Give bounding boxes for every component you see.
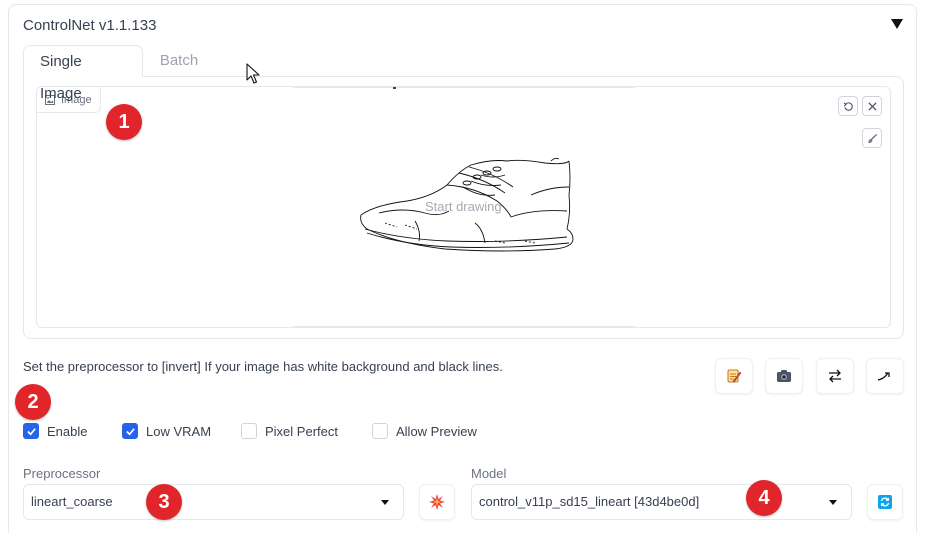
edit-button[interactable] <box>715 358 753 394</box>
preprocessor-label: Preprocessor <box>23 466 101 481</box>
edit-icon <box>727 369 742 383</box>
camera-icon <box>777 370 791 382</box>
panel-title: ControlNet v1.1.133 <box>23 17 157 34</box>
preprocessor-select[interactable]: lineart_coarse <box>23 484 404 520</box>
checkmark-icon <box>26 427 36 435</box>
model-label: Model <box>471 466 507 481</box>
camera-button[interactable] <box>765 358 803 394</box>
low-vram-checkbox[interactable]: Low VRAM <box>122 423 211 439</box>
explosion-icon <box>429 494 445 510</box>
refresh-models-button[interactable] <box>867 484 903 520</box>
undo-icon <box>843 101 853 111</box>
brush-icon <box>867 133 877 143</box>
annotation-badge-3: 3 <box>146 484 182 520</box>
refresh-icon <box>878 495 892 509</box>
tab-single-image[interactable]: Single Image <box>23 45 143 102</box>
enable-checkbox[interactable]: Enable <box>23 423 87 439</box>
brush-button[interactable] <box>862 128 882 148</box>
checkbox-box[interactable] <box>241 423 257 439</box>
clear-button[interactable] <box>862 96 882 116</box>
chevron-down-icon <box>829 500 837 505</box>
checkmark-icon <box>125 427 135 435</box>
annotation-badge-4: 4 <box>746 480 782 516</box>
checkbox-label: Low VRAM <box>146 423 212 439</box>
checkbox-box[interactable] <box>23 423 39 439</box>
canvas-bottom-edge <box>293 326 635 327</box>
send-icon <box>877 372 890 381</box>
canvas-top-edge <box>293 87 635 88</box>
model-select[interactable]: control_v11p_sd15_lineart [43d4be0d] <box>471 484 852 520</box>
image-canvas[interactable]: Image <box>36 86 891 328</box>
allow-preview-checkbox[interactable]: Allow Preview <box>372 423 477 439</box>
canvas-placeholder: Start drawing <box>425 199 502 214</box>
swap-icon <box>829 369 841 383</box>
checkbox-label: Enable <box>47 423 88 439</box>
send-button[interactable] <box>866 358 904 394</box>
tab-batch[interactable]: Batch <box>143 45 215 77</box>
chevron-down-icon <box>381 500 389 505</box>
undo-button[interactable] <box>838 96 858 116</box>
checkbox-box[interactable] <box>372 423 388 439</box>
pixel-perfect-checkbox[interactable]: Pixel Perfect <box>241 423 338 439</box>
model-value: control_v11p_sd15_lineart [43d4be0d] <box>479 494 700 509</box>
annotation-badge-2: 2 <box>15 384 51 420</box>
checkbox-box[interactable] <box>122 423 138 439</box>
run-preprocessor-button[interactable] <box>419 484 455 520</box>
annotation-badge-1: 1 <box>106 104 142 140</box>
collapse-triangle-icon[interactable] <box>890 18 904 30</box>
preprocessor-value: lineart_coarse <box>31 494 113 509</box>
checkbox-label: Allow Preview <box>396 423 477 439</box>
preprocessor-hint: Set the preprocessor to [invert] If your… <box>23 359 503 374</box>
mouse-cursor-icon <box>246 63 260 84</box>
canvas-tick <box>393 87 396 89</box>
close-icon <box>867 101 877 111</box>
checkbox-label: Pixel Perfect <box>265 423 338 439</box>
swap-button[interactable] <box>816 358 854 394</box>
